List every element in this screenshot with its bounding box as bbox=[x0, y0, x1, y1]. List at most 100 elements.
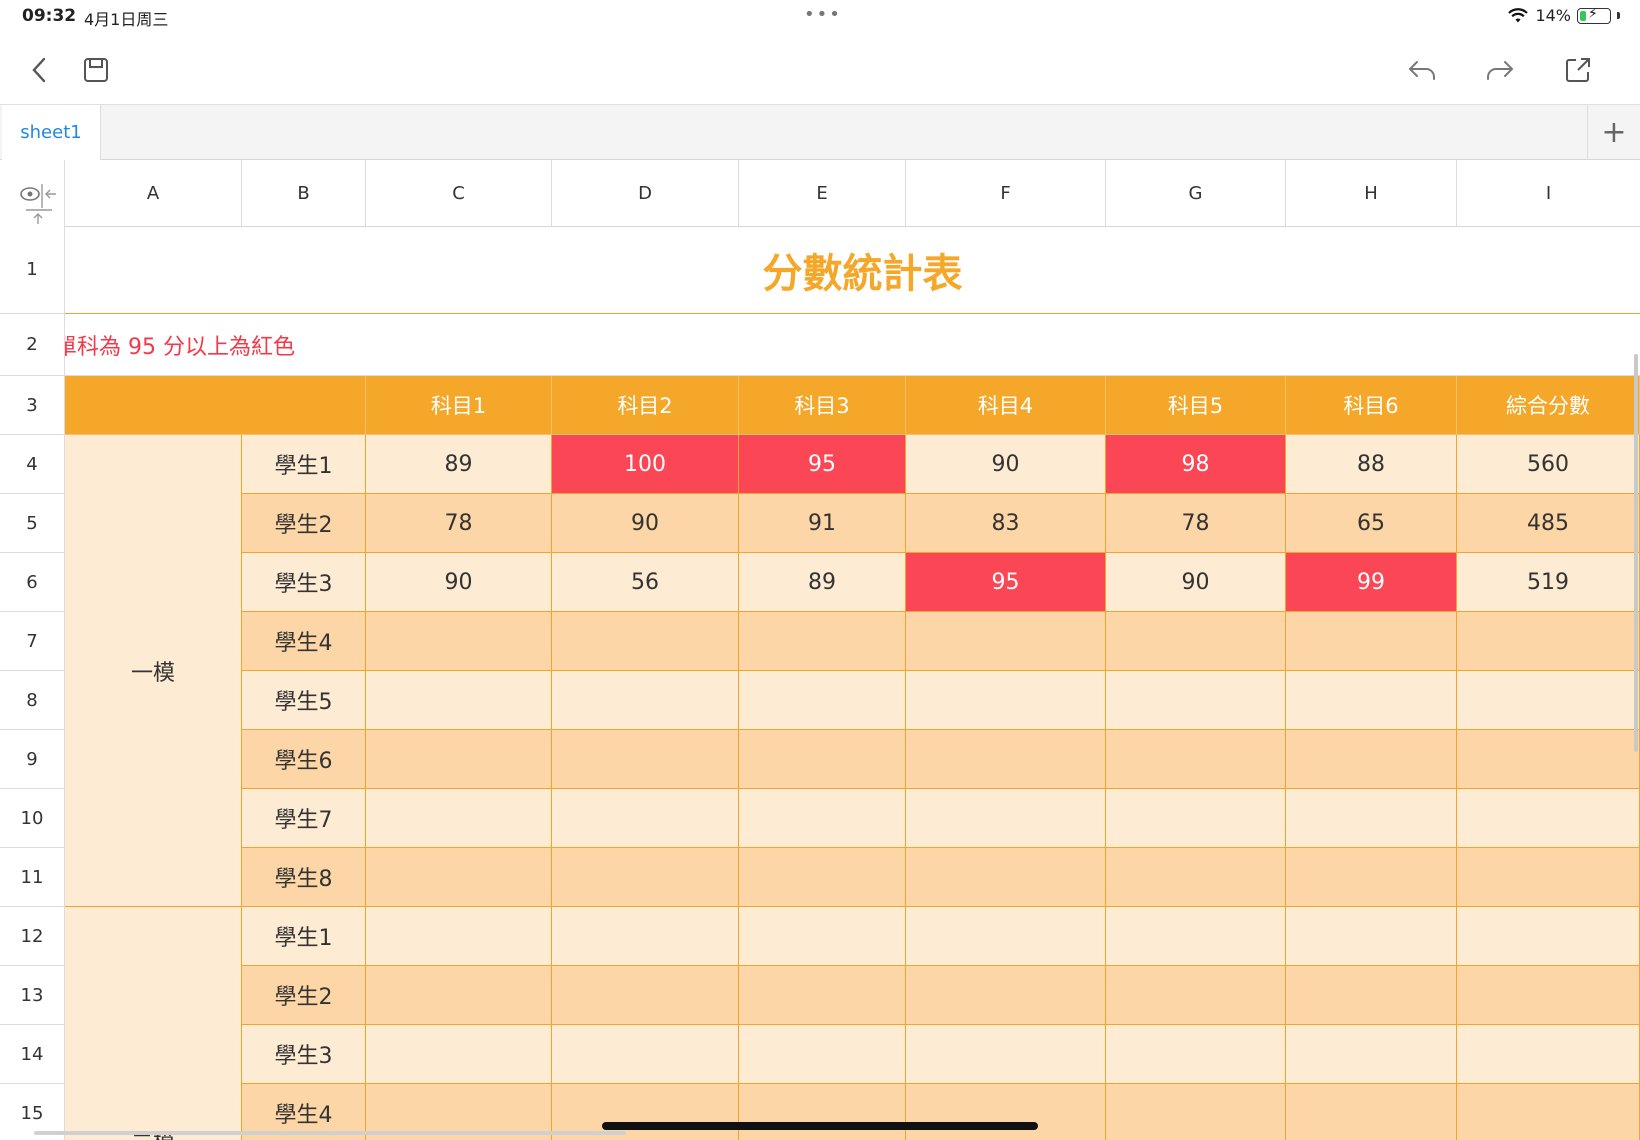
score-cell-empty[interactable] bbox=[1286, 730, 1457, 789]
column-header-i[interactable]: I bbox=[1457, 160, 1640, 226]
row-header-8[interactable]: 8 bbox=[0, 671, 65, 730]
student-name-cell[interactable]: 學生3 bbox=[242, 1025, 366, 1084]
total-score-cell[interactable]: 560 bbox=[1457, 435, 1640, 494]
score-cell-highlight[interactable]: 98 bbox=[1106, 435, 1286, 494]
score-cell-empty[interactable] bbox=[1286, 1025, 1457, 1084]
score-cell-empty[interactable] bbox=[1286, 789, 1457, 848]
undo-icon[interactable] bbox=[1402, 50, 1442, 90]
score-cell-empty[interactable] bbox=[1106, 1084, 1286, 1140]
score-cell-empty[interactable] bbox=[739, 612, 906, 671]
student-name-cell[interactable]: 學生1 bbox=[242, 435, 366, 494]
score-cell-empty[interactable] bbox=[1106, 612, 1286, 671]
group-label-first-mock[interactable]: 一模 bbox=[65, 435, 242, 907]
vertical-scrollbar[interactable] bbox=[1634, 354, 1638, 752]
chevron-left-icon[interactable] bbox=[20, 50, 60, 90]
student-name-cell[interactable]: 學生3 bbox=[242, 553, 366, 612]
row-header-12[interactable]: 12 bbox=[0, 907, 65, 966]
score-cell-empty[interactable] bbox=[1106, 966, 1286, 1025]
score-cell[interactable]: 91 bbox=[739, 494, 906, 553]
score-cell-empty[interactable] bbox=[1106, 671, 1286, 730]
score-cell-empty[interactable] bbox=[906, 907, 1106, 966]
score-cell-empty[interactable] bbox=[552, 1025, 739, 1084]
score-cell-highlight[interactable]: 95 bbox=[906, 553, 1106, 612]
score-cell-empty[interactable] bbox=[1286, 907, 1457, 966]
score-cell-empty[interactable] bbox=[906, 1084, 1106, 1140]
score-cell-empty[interactable] bbox=[366, 612, 552, 671]
score-cell-empty[interactable] bbox=[366, 671, 552, 730]
score-cell-highlight[interactable]: 100 bbox=[552, 435, 739, 494]
score-cell[interactable]: 89 bbox=[366, 435, 552, 494]
column-header-g[interactable]: G bbox=[1106, 160, 1286, 226]
add-sheet-button[interactable]: + bbox=[1587, 105, 1640, 160]
score-cell-empty[interactable] bbox=[739, 671, 906, 730]
score-cell-empty[interactable] bbox=[1106, 789, 1286, 848]
freeze-toggle-icon[interactable] bbox=[0, 160, 60, 226]
score-cell-empty[interactable] bbox=[1457, 966, 1640, 1025]
score-cell-empty[interactable] bbox=[366, 907, 552, 966]
score-cell-empty[interactable] bbox=[1457, 730, 1640, 789]
student-name-cell[interactable]: 學生7 bbox=[242, 789, 366, 848]
score-cell-empty[interactable] bbox=[1286, 848, 1457, 907]
group-label-second-mock[interactable]: 二模 bbox=[65, 907, 242, 1140]
score-cell-empty[interactable] bbox=[1457, 907, 1640, 966]
score-cell-empty[interactable] bbox=[1457, 848, 1640, 907]
score-cell-empty[interactable] bbox=[552, 671, 739, 730]
score-cell-empty[interactable] bbox=[552, 730, 739, 789]
column-header-d[interactable]: D bbox=[552, 160, 739, 226]
student-name-cell[interactable]: 學生4 bbox=[242, 612, 366, 671]
total-score-cell[interactable]: 485 bbox=[1457, 494, 1640, 553]
score-cell-empty[interactable] bbox=[739, 1084, 906, 1140]
row-header-5[interactable]: 5 bbox=[0, 494, 65, 553]
score-cell[interactable]: 88 bbox=[1286, 435, 1457, 494]
score-cell-empty[interactable] bbox=[366, 789, 552, 848]
header-subject-5[interactable]: 科目5 bbox=[1106, 376, 1286, 435]
score-cell-empty[interactable] bbox=[366, 1025, 552, 1084]
row-header-2[interactable]: 2 bbox=[0, 314, 65, 376]
score-cell-empty[interactable] bbox=[739, 848, 906, 907]
score-cell[interactable]: 78 bbox=[1106, 494, 1286, 553]
student-name-cell[interactable]: 學生2 bbox=[242, 966, 366, 1025]
score-cell-empty[interactable] bbox=[552, 789, 739, 848]
student-name-cell[interactable]: 學生8 bbox=[242, 848, 366, 907]
column-header-a[interactable]: A bbox=[65, 160, 242, 226]
score-cell[interactable]: 90 bbox=[1106, 553, 1286, 612]
score-cell-empty[interactable] bbox=[1457, 671, 1640, 730]
score-cell-empty[interactable] bbox=[1106, 907, 1286, 966]
score-cell[interactable]: 90 bbox=[366, 553, 552, 612]
score-cell-empty[interactable] bbox=[906, 671, 1106, 730]
score-cell-empty[interactable] bbox=[739, 966, 906, 1025]
score-cell-empty[interactable] bbox=[1457, 1084, 1640, 1140]
score-cell-empty[interactable] bbox=[1286, 671, 1457, 730]
row-header-7[interactable]: 7 bbox=[0, 612, 65, 671]
score-cell-highlight[interactable]: 99 bbox=[1286, 553, 1457, 612]
score-cell-empty[interactable] bbox=[366, 730, 552, 789]
score-cell-empty[interactable] bbox=[1286, 612, 1457, 671]
score-cell-empty[interactable] bbox=[739, 1025, 906, 1084]
row-header-6[interactable]: 6 bbox=[0, 553, 65, 612]
column-header-f[interactable]: F bbox=[906, 160, 1106, 226]
score-cell[interactable]: 90 bbox=[552, 494, 739, 553]
header-total[interactable]: 綜合分數 bbox=[1457, 376, 1640, 435]
redo-icon[interactable] bbox=[1480, 50, 1520, 90]
score-cell-empty[interactable] bbox=[552, 612, 739, 671]
row-header-11[interactable]: 11 bbox=[0, 848, 65, 907]
horizontal-scrollbar[interactable] bbox=[34, 1131, 626, 1135]
row-header-9[interactable]: 9 bbox=[0, 730, 65, 789]
share-icon[interactable] bbox=[1558, 50, 1598, 90]
score-cell[interactable]: 65 bbox=[1286, 494, 1457, 553]
save-icon[interactable] bbox=[76, 50, 116, 90]
header-subject-4[interactable]: 科目4 bbox=[906, 376, 1106, 435]
total-score-cell[interactable]: 519 bbox=[1457, 553, 1640, 612]
grid-corner[interactable] bbox=[0, 160, 65, 226]
score-cell-empty[interactable] bbox=[906, 789, 1106, 848]
header-subject-1[interactable]: 科目1 bbox=[366, 376, 552, 435]
score-cell-empty[interactable] bbox=[906, 612, 1106, 671]
row-header-1[interactable]: 1 bbox=[0, 226, 65, 314]
score-cell-empty[interactable] bbox=[552, 848, 739, 907]
score-cell-empty[interactable] bbox=[1286, 966, 1457, 1025]
score-cell-empty[interactable] bbox=[739, 730, 906, 789]
score-cell-empty[interactable] bbox=[906, 1025, 1106, 1084]
home-indicator[interactable] bbox=[602, 1122, 1038, 1130]
student-name-cell[interactable]: 學生1 bbox=[242, 907, 366, 966]
score-cell[interactable]: 89 bbox=[739, 553, 906, 612]
